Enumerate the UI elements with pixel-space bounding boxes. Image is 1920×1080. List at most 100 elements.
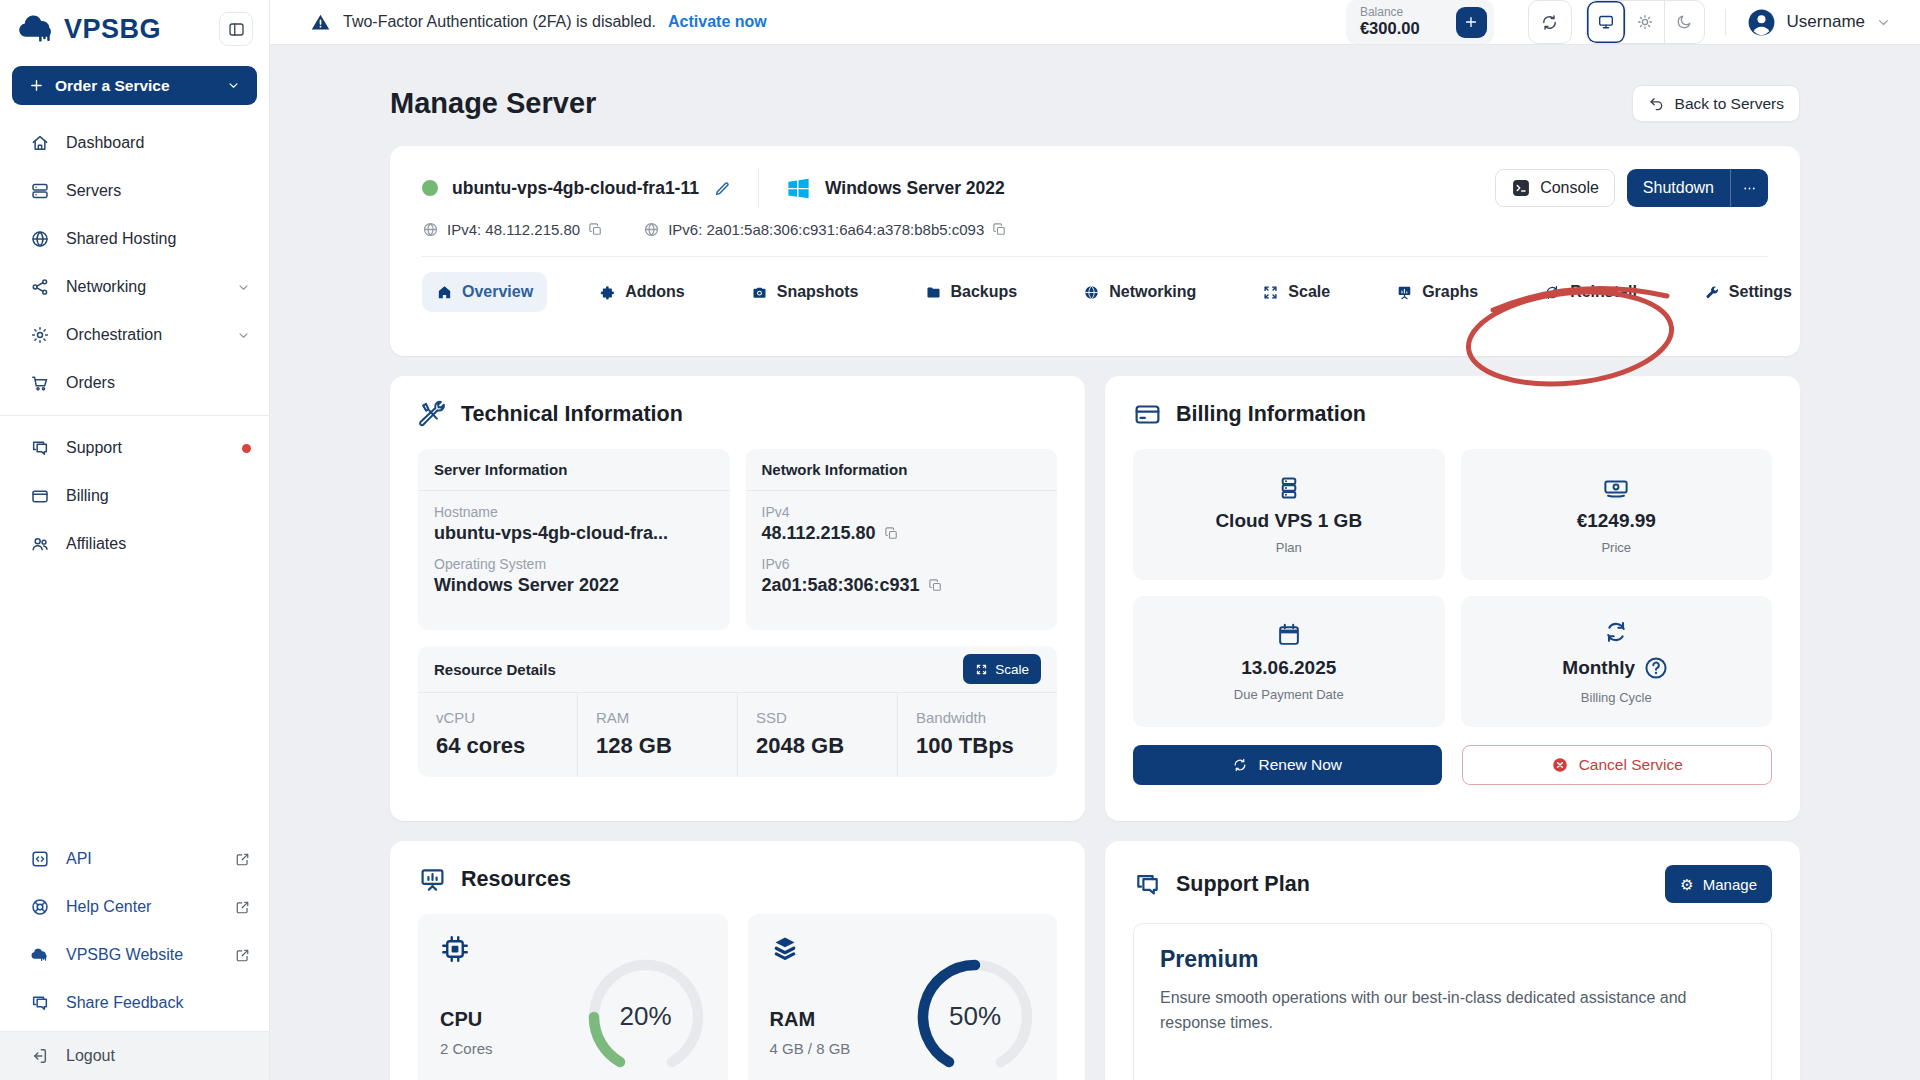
sidebar-item-label: Orders (66, 374, 115, 392)
shutdown-more-button[interactable] (1731, 180, 1768, 197)
edit-icon[interactable] (713, 179, 732, 198)
resource-label: Bandwidth (916, 709, 1039, 726)
resource-bandwidth: Bandwidth 100 TBps (897, 693, 1057, 777)
balance-label: Balance (1360, 5, 1420, 19)
ipv6-label: IPv6 (762, 556, 1042, 572)
monitor-icon (1597, 13, 1615, 31)
sidebar-item-help-center[interactable]: Help Center (0, 883, 269, 931)
ipv6-address: IPv6: 2a01:5a8:306:c931:6a64:a378:b8b5:c… (643, 221, 1007, 238)
resource-label: vCPU (436, 709, 559, 726)
topbar: Two-Factor Authentication (2FA) is disab… (270, 0, 1920, 45)
billing-information-card: Billing Information Cloud VPS 1 GB Plan … (1105, 376, 1800, 821)
theme-dark-button[interactable] (1665, 1, 1704, 43)
globe-icon (30, 229, 50, 249)
theme-light-button[interactable] (1626, 1, 1665, 43)
billing-value: €1249.99 (1577, 510, 1656, 532)
card-title: Billing Information (1176, 402, 1366, 427)
tab-settings[interactable]: Settings (1689, 272, 1806, 312)
cancel-service-label: Cancel Service (1579, 756, 1683, 774)
theme-system-button[interactable] (1587, 1, 1626, 43)
sidebar-item-shared-hosting[interactable]: Shared Hosting (0, 215, 269, 263)
shutdown-button[interactable]: Shutdown (1627, 169, 1768, 207)
chevron-down-icon (1875, 14, 1892, 31)
tab-graphs[interactable]: Graphs (1382, 272, 1492, 312)
console-button[interactable]: Console (1495, 169, 1615, 207)
panel-title: Server Information (418, 449, 730, 491)
cancel-service-button[interactable]: Cancel Service (1462, 745, 1773, 785)
main-area: Two-Factor Authentication (2FA) is disab… (270, 0, 1920, 1080)
tab-backups[interactable]: Backups (911, 272, 1032, 312)
sidebar-item-label: Share Feedback (66, 994, 183, 1012)
copy-icon[interactable] (928, 578, 943, 593)
tab-scale[interactable]: Scale (1248, 272, 1344, 312)
folder-icon (925, 284, 942, 301)
resource-value: 100 TBps (916, 733, 1039, 759)
sidebar-divider (0, 415, 269, 416)
cpu-gauge: 20% (586, 957, 706, 1077)
server-stack-icon (1275, 474, 1303, 502)
hostname-label: Hostname (434, 504, 714, 520)
console-label: Console (1540, 179, 1599, 197)
ipv4-text: IPv4: 48.112.215.80 (447, 221, 580, 238)
x-circle-icon (1551, 756, 1569, 774)
sidebar-item-servers[interactable]: Servers (0, 167, 269, 215)
refresh-button[interactable] (1528, 0, 1572, 44)
sun-icon (1636, 13, 1654, 31)
vpsbg-logo[interactable]: VPSBG (16, 14, 161, 45)
resource-details-panel: Resource Details Scale vCPU 64 cores (418, 646, 1057, 777)
tab-networking[interactable]: Networking (1069, 272, 1210, 312)
tab-snapshots[interactable]: Snapshots (737, 272, 873, 312)
tab-reinstall[interactable]: Reinstall (1530, 272, 1651, 312)
sidebar-item-billing[interactable]: Billing (0, 472, 269, 520)
back-to-servers-button[interactable]: Back to Servers (1632, 85, 1800, 122)
sidebar-item-label: VPSBG Website (66, 946, 183, 964)
chat-icon (30, 993, 50, 1013)
sidebar-item-vpsbg-website[interactable]: VPSBG Website (0, 931, 269, 979)
plus-icon (1463, 14, 1479, 30)
server-information-panel: Server Information Hostname ubuntu-vps-4… (418, 449, 730, 630)
user-menu[interactable]: Username (1746, 7, 1892, 38)
manage-support-button[interactable]: ⚙ Manage (1665, 865, 1772, 903)
resource-label: SSD (756, 709, 879, 726)
tab-addons[interactable]: Addons (585, 272, 699, 312)
copy-icon[interactable] (588, 222, 603, 237)
tab-label: Snapshots (777, 283, 859, 301)
sidebar-collapse-button[interactable] (219, 12, 253, 46)
sidebar-item-dashboard[interactable]: Dashboard (0, 119, 269, 167)
sidebar-item-orchestration[interactable]: Orchestration (0, 311, 269, 359)
add-funds-button[interactable] (1456, 7, 1487, 38)
lifebuoy-icon (30, 897, 50, 917)
sidebar-item-affiliates[interactable]: Affiliates (0, 520, 269, 568)
sidebar-item-label: Support (66, 439, 122, 457)
tab-label: Graphs (1422, 283, 1478, 301)
back-arrow-icon (1648, 95, 1665, 112)
renew-now-button[interactable]: Renew Now (1133, 745, 1442, 785)
sidebar-item-networking[interactable]: Networking (0, 263, 269, 311)
sidebar-item-label: Dashboard (66, 134, 144, 152)
sidebar-item-api[interactable]: API (0, 835, 269, 883)
copy-icon[interactable] (884, 526, 899, 541)
tab-overview[interactable]: Overview (422, 272, 547, 312)
billing-label: Price (1601, 540, 1631, 555)
server-name: ubuntu-vps-4gb-cloud-fra1-11 (452, 178, 699, 199)
support-plan-card: Support Plan ⚙ Manage Premium Ensure smo… (1105, 841, 1800, 1080)
tab-label: Settings (1729, 283, 1792, 301)
resource-vcpu: vCPU 64 cores (418, 693, 577, 777)
panel-title: Resource Details (434, 661, 556, 678)
expand-icon (1262, 284, 1279, 301)
sidebar-item-share-feedback[interactable]: Share Feedback (0, 979, 269, 1027)
sidebar-item-support[interactable]: Support (0, 424, 269, 472)
logout-icon (30, 1046, 50, 1066)
scale-button[interactable]: Scale (963, 654, 1041, 684)
copy-icon[interactable] (992, 222, 1007, 237)
order-a-service-button[interactable]: Order a Service (12, 66, 257, 105)
2fa-alert: Two-Factor Authentication (2FA) is disab… (310, 12, 767, 33)
activate-now-link[interactable]: Activate now (668, 13, 767, 31)
tab-label: Scale (1288, 283, 1330, 301)
panel-icon (227, 20, 246, 39)
billing-value: 13.06.2025 (1241, 657, 1336, 679)
logout-button[interactable]: Logout (0, 1032, 269, 1080)
refresh-cycle-icon (1602, 618, 1630, 646)
windows-logo-icon (785, 175, 812, 202)
sidebar-item-orders[interactable]: Orders (0, 359, 269, 407)
